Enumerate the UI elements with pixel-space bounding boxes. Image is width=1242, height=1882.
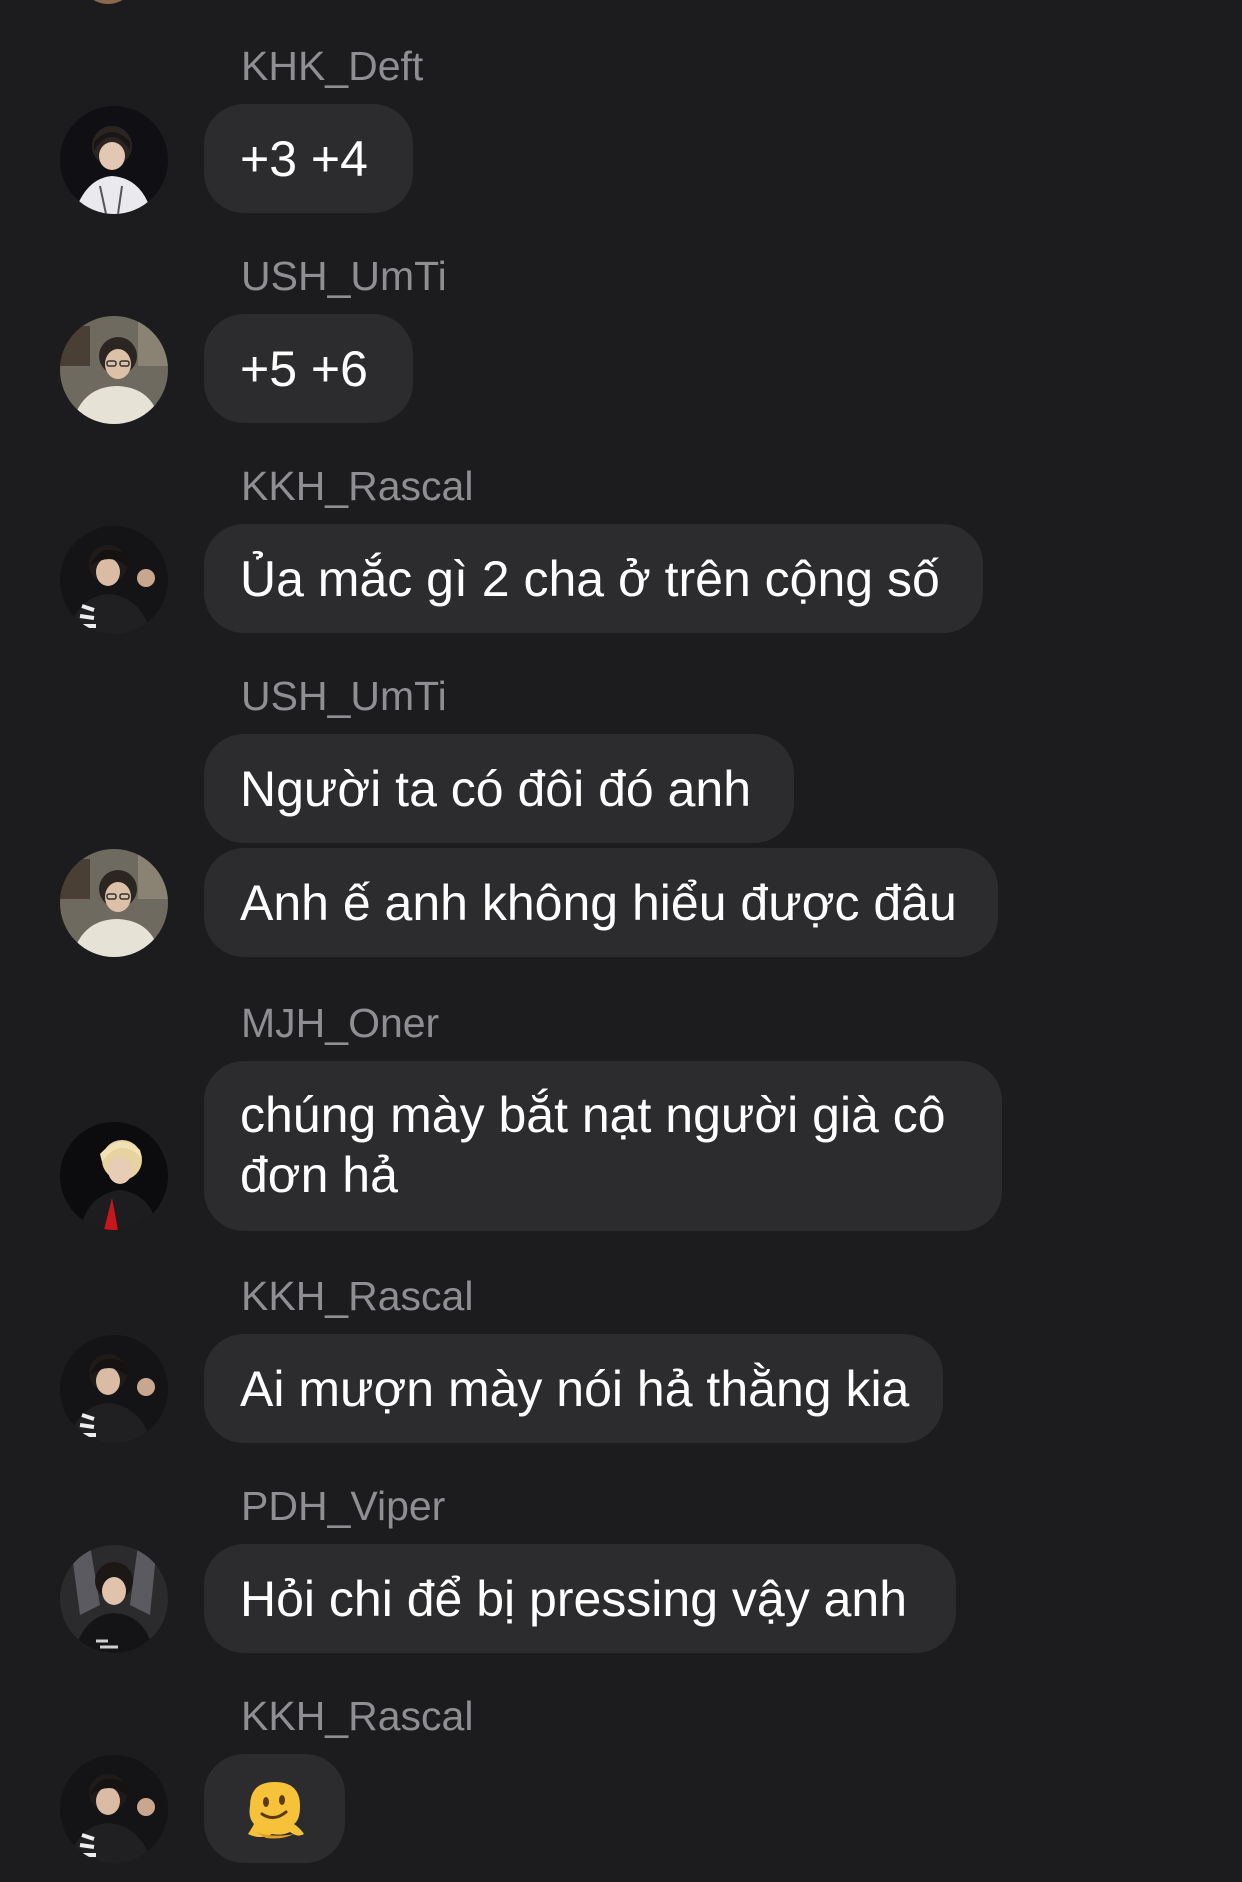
viper-avatar-icon[interactable] xyxy=(60,1545,168,1653)
message-bubble[interactable]: Ai mượn mày nói hả thằng kia xyxy=(204,1334,943,1443)
message-bubble[interactable]: Người ta có đôi đó anh xyxy=(204,734,794,843)
melting-face-emoji-icon xyxy=(242,1776,308,1842)
sender-name: KKH_Rascal xyxy=(241,1273,474,1319)
message-bubble[interactable]: Anh ế anh không hiểu được đâu xyxy=(204,848,998,957)
umti-avatar-icon[interactable] xyxy=(60,316,168,424)
message-bubble[interactable]: chúng mày bắt nạt người già cô đơn hả xyxy=(204,1061,1002,1231)
message-text: Hỏi chi để bị pressing vậy anh xyxy=(240,1570,908,1627)
chat-thread[interactable]: KHK_Deft +3 +4 USH_UmTi +5 +6 KKH_Rascal… xyxy=(0,0,1242,1882)
message-text: Anh ế anh không hiểu được đâu xyxy=(240,874,957,931)
message-bubble[interactable]: Ủa mắc gì 2 cha ở trên cộng số xyxy=(204,524,983,633)
message-bubble[interactable]: +5 +6 xyxy=(204,314,413,423)
message-bubble[interactable]: Hỏi chi để bị pressing vậy anh xyxy=(204,1544,956,1653)
umti-avatar-icon[interactable] xyxy=(60,849,168,957)
deft-avatar-icon[interactable] xyxy=(60,106,168,214)
rascal-avatar-icon[interactable] xyxy=(60,1755,168,1863)
sender-name: KHK_Deft xyxy=(241,43,424,89)
sender-name: PDH_Viper xyxy=(241,1483,446,1529)
sender-name: MJH_Oner xyxy=(241,1000,440,1046)
message-bubble[interactable] xyxy=(204,1754,345,1863)
message-text: Ai mượn mày nói hả thằng kia xyxy=(240,1360,910,1417)
sender-name: KKH_Rascal xyxy=(241,1693,474,1739)
sender-name: USH_UmTi xyxy=(241,673,447,719)
message-text: Người ta có đôi đó anh xyxy=(240,760,752,817)
rascal-avatar-icon[interactable] xyxy=(60,526,168,634)
oner-avatar-icon[interactable] xyxy=(60,1122,168,1230)
sender-name: KKH_Rascal xyxy=(241,463,474,509)
sender-name: USH_UmTi xyxy=(241,253,447,299)
message-text: Ủa mắc gì 2 cha ở trên cộng số xyxy=(240,550,940,607)
message-text: +5 +6 xyxy=(240,340,368,397)
message-text: chúng mày bắt nạt người già cô đơn hả xyxy=(240,1087,946,1203)
rascal-avatar-icon[interactable] xyxy=(60,1335,168,1443)
message-bubble[interactable]: +3 +4 xyxy=(204,104,413,213)
avatar-partial[interactable] xyxy=(80,0,136,4)
message-text: +3 +4 xyxy=(240,130,368,187)
